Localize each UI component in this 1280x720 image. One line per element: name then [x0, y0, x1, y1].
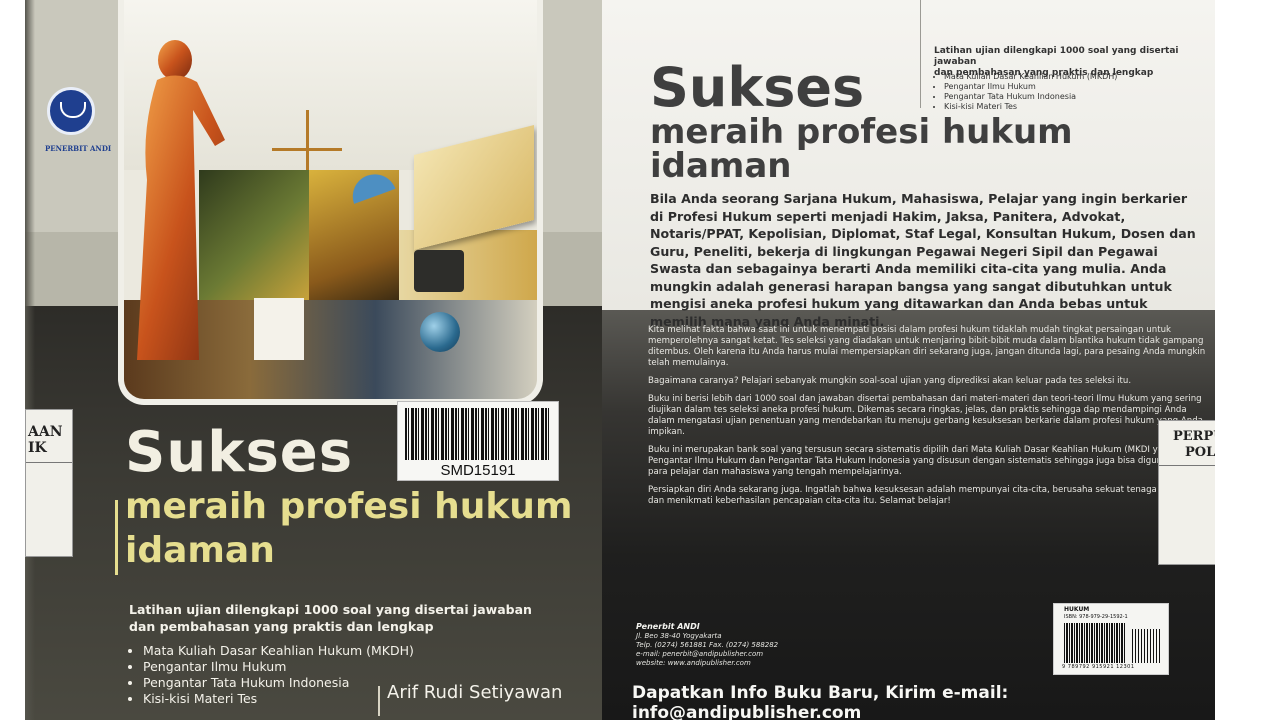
front-description: Latihan ujian dilengkapi 1000 soal yang …	[129, 601, 549, 635]
body-paragraph: Buku ini merupakan bank soal yang tersus…	[648, 445, 1205, 477]
lady-justice-statue-icon	[137, 40, 225, 360]
library-sticker-line-1: PERPU	[1173, 429, 1215, 444]
publisher-website: website: www.andipublisher.com	[636, 659, 751, 667]
front-cover: PENERBIT ANDI SMD15191 AAN IK Sukses mer…	[25, 0, 625, 720]
front-subtitle-line-2: idaman	[125, 530, 275, 571]
list-item: Kisi-kisi Materi Tes	[944, 102, 1117, 112]
library-tag-line-1: AAN	[28, 424, 63, 440]
front-description-line-2: dan pembahasan yang praktis dan lengkap	[129, 619, 434, 634]
author-name: Arif Rudi Setiyawan	[387, 682, 563, 703]
isbn-digits: 9 789792 915921 12301	[1062, 664, 1135, 670]
scale-of-justice-icon	[306, 110, 309, 170]
list-item: Kisi-kisi Materi Tes	[143, 691, 414, 707]
spine-shadow	[25, 0, 35, 720]
list-item: Pengantar Ilmu Hukum	[944, 82, 1117, 92]
back-topic-list: Mata Kuliah Dasar Keahlian Hukum (MKDH) …	[934, 72, 1117, 112]
front-title: Sukses	[125, 420, 354, 485]
library-tag-line-2: IK	[28, 440, 47, 456]
scale-beam	[272, 148, 342, 151]
isbn-category: HUKUM	[1064, 606, 1090, 613]
back-title: Sukses	[650, 56, 865, 119]
publisher-logo-icon	[47, 87, 95, 135]
title-accent-bar	[115, 500, 118, 575]
front-description-line-1: Latihan ujian dilengkapi 1000 soal yang …	[129, 602, 532, 617]
isbn-code: ISBN: 978-979-29-1592-1	[1064, 614, 1128, 620]
publisher-email: e-mail: penerbit@andipublisher.com	[636, 650, 764, 658]
publisher-phone: Telp. (0274) 561881 Fax. (0274) 588282	[636, 641, 779, 649]
isbn-barcode-box: HUKUM ISBN: 978-979-29-1592-1 9 789792 9…	[1053, 603, 1169, 675]
list-item: Mata Kuliah Dasar Keahlian Hukum (MKDH)	[143, 643, 414, 659]
back-cover: Latihan ujian dilengkapi 1000 soal yang …	[602, 0, 1215, 720]
library-sticker-line-2: POL	[1185, 445, 1215, 460]
body-paragraph: Bagaimana caranya? Pelajari sebanyak mun…	[648, 376, 1132, 386]
library-sticker: PERPU POL	[1158, 420, 1215, 565]
back-body-text: Kita melihat fakta bahwa saat ini untuk …	[648, 325, 1214, 514]
front-subtitle-line-1: meraih profesi hukum	[125, 486, 573, 527]
body-paragraph: Persiapkan diri Anda sekarang juga. Inga…	[648, 485, 1206, 506]
body-paragraph: Kita melihat fakta bahwa saat ini untuk …	[648, 325, 1206, 368]
back-vertical-rule	[920, 0, 921, 108]
publisher-contact: Jl. Beo 38-40 Yogyakarta Telp. (0274) 56…	[636, 632, 778, 668]
publisher-logo-text: PENERBIT ANDI	[45, 144, 112, 153]
body-paragraph: Buku ini berisi lebih dari 1000 soal dan…	[648, 394, 1203, 437]
back-intro-line-1: Latihan ujian dilengkapi 1000 soal yang …	[934, 46, 1179, 67]
front-topic-list: Mata Kuliah Dasar Keahlian Hukum (MKDH) …	[129, 643, 414, 707]
briefcase-icon	[414, 250, 464, 292]
back-lead-paragraph: Bila Anda seorang Sarjana Hukum, Mahasis…	[650, 191, 1196, 329]
barcode-number: SMD15191	[440, 462, 516, 479]
publisher-name: Penerbit ANDI	[636, 622, 700, 631]
list-item: Pengantar Tata Hukum Indonesia	[944, 92, 1117, 102]
isbn-barcode-icon	[1064, 623, 1126, 663]
list-item: Mata Kuliah Dasar Keahlian Hukum (MKDH)	[944, 72, 1117, 82]
publisher-address: Jl. Beo 38-40 Yogyakarta	[636, 632, 722, 640]
author-divider	[378, 686, 380, 716]
cover-photo-collage	[118, 0, 543, 405]
barcode-icon	[405, 408, 551, 460]
library-barcode-label: SMD15191	[397, 401, 559, 481]
list-item: Pengantar Tata Hukum Indonesia	[143, 675, 414, 691]
isbn-price-barcode-icon	[1132, 629, 1160, 663]
handshake-image	[254, 298, 304, 360]
back-subtitle-line-2: idaman	[650, 146, 792, 186]
globe-icon	[420, 312, 460, 352]
back-call-to-action: Dapatkan Info Buku Baru, Kirim e-mail: i…	[632, 683, 1009, 720]
library-spine-tag: AAN IK	[25, 409, 73, 557]
list-item: Pengantar Ilmu Hukum	[143, 659, 414, 675]
